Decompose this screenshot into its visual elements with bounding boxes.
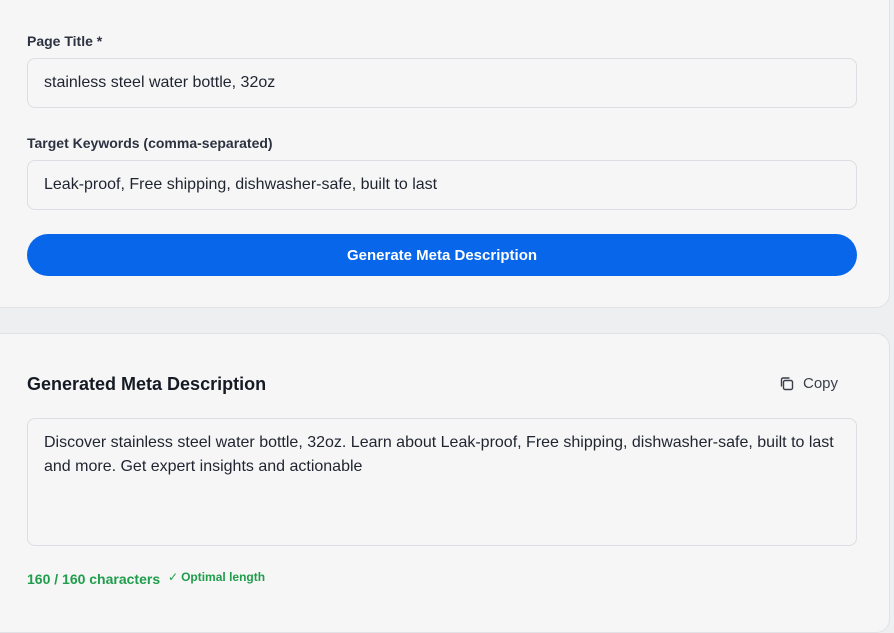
result-heading: Generated Meta Description (27, 374, 267, 394)
copy-label: Copy (803, 375, 839, 392)
copy-button[interactable]: Copy (779, 375, 838, 392)
meta-description-output[interactable]: Discover stainless steel water bottle, 3… (27, 418, 857, 546)
page-title-label: Page Title * (27, 33, 103, 49)
keywords-label: Target Keywords (comma-separated) (27, 135, 273, 151)
checkmark-icon: ✓ (168, 570, 179, 584)
keywords-input[interactable]: Leak-proof, Free shipping, dishwasher-sa… (27, 160, 857, 210)
copy-icon (780, 376, 794, 390)
status-badge: ✓ Optimal length (168, 570, 265, 584)
character-count: 160 / 160 characters (27, 571, 161, 587)
generate-button[interactable]: Generate Meta Description (27, 234, 857, 276)
page-title-input[interactable]: stainless steel water bottle, 32oz (27, 58, 857, 108)
status-label: Optimal length (181, 570, 266, 584)
